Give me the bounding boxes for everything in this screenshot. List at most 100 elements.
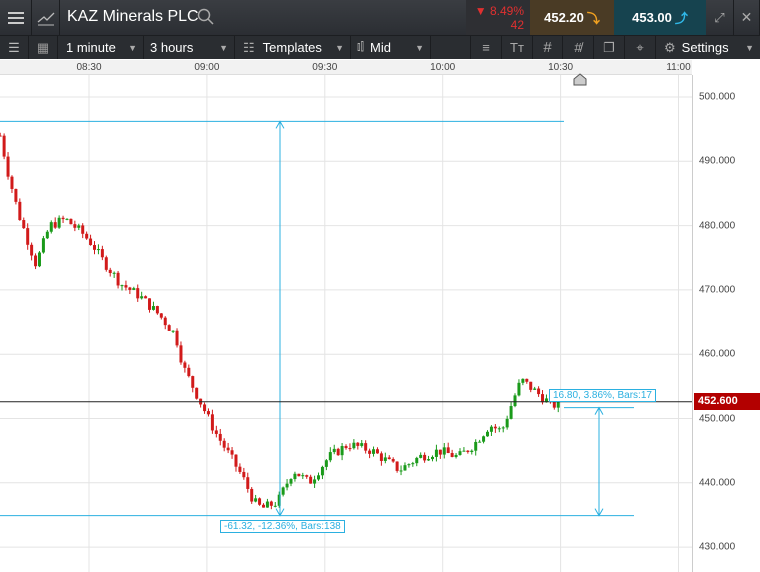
candle-body [30,244,34,256]
candle-body [144,296,148,299]
search-icon[interactable] [197,8,215,31]
candle-body [112,272,116,274]
price-chart[interactable] [0,75,692,572]
candle-body [379,453,383,461]
candle-body [191,376,195,388]
candle-body [140,296,144,299]
text-icon[interactable]: Tт [502,36,533,59]
sell-price: 452.20 [544,10,584,25]
scale-icon[interactable]: ≡ [471,36,502,59]
candle-body [434,449,438,457]
candle-body [309,476,313,484]
draw-tools-icon[interactable]: #̸ [563,36,594,59]
chart-type-icon[interactable] [32,0,60,35]
candle-body [195,387,199,399]
candle-body [368,450,372,454]
down-arrow-icon: ▼ [474,4,490,18]
candle-body [85,233,89,239]
candle-body [77,225,81,228]
layout-icon[interactable]: ▦ [29,36,58,59]
candle-body [258,498,262,505]
candle-body [0,135,2,137]
price-tick: 490.000 [699,155,736,167]
candle-body [454,454,458,457]
candle-body [470,450,474,452]
settings-dropdown[interactable]: ⚙ Settings ▼ [656,36,760,59]
candle-body [175,330,179,346]
buy-button[interactable]: 453.00 ⤴ [614,0,706,35]
price-axis[interactable]: 500.000 490.000 480.000 470.000 460.000 450.0… [692,75,760,572]
candle-body [100,249,104,258]
candle-body [462,450,466,452]
candle-body [301,475,305,477]
candle-body [26,228,30,245]
candle-body [399,470,403,472]
chevron-down-icon: ▼ [415,42,424,53]
list-icon[interactable]: ☰ [0,36,29,59]
chevron-down-icon: ▼ [219,42,228,53]
candle-body [108,269,112,274]
chevron-down-icon: ▼ [745,42,754,53]
candle-body [372,449,376,454]
price-tick: 460.000 [699,348,736,360]
grid-icon[interactable]: # [533,36,563,59]
templates-dropdown[interactable]: ☷ Templates ▼ [235,36,351,59]
candle-body [317,475,321,480]
chevron-down-icon: ▼ [128,42,137,53]
range-dropdown[interactable]: 3 hours ▼ [144,36,235,59]
buy-price: 453.00 [632,10,672,25]
candle-body [238,466,242,472]
candle-body [352,442,356,449]
close-icon[interactable]: ✕ [734,0,760,35]
candle-body [344,446,348,449]
menu-icon[interactable] [0,0,32,35]
scroll-home-marker[interactable] [573,73,587,91]
expand-icon[interactable]: ⤢ [706,0,734,35]
candle-body [478,441,482,443]
candle-body [183,362,187,368]
candle-body [250,488,254,502]
crosshair-icon[interactable]: ⌖ [625,36,656,59]
candle-body [407,464,411,466]
candle-body [14,188,18,202]
chevron-down-icon: ▼ [335,42,344,53]
candle-body [419,454,423,458]
price-type-value: Mid [370,40,391,55]
change-points: 42 [510,18,524,32]
candle-body [171,330,175,332]
candle-body [61,217,65,220]
candle-body [529,381,533,390]
gear-icon: ⚙ [664,39,676,55]
sell-button[interactable]: 452.20 ⤵ [530,0,614,35]
candle-body [537,388,541,395]
candle-body [49,222,53,232]
change-indicator: ▼ 8.49% 42 [466,0,530,35]
candle-body [415,457,419,464]
price-tick: 450.000 [699,413,736,424]
time-tick: 10:00 [430,62,456,73]
candle-body [179,345,183,363]
candle-body [423,454,427,461]
candle-body [261,504,265,508]
candle-body [93,245,97,250]
price-type-dropdown[interactable]: ⫾⫿ Mid ▼ [351,36,431,59]
price-tick: 500.000 [699,91,736,103]
candle-body [234,454,238,467]
candle-body [167,325,171,331]
windows-icon[interactable]: ❐ [594,36,625,59]
candle-body [120,285,124,287]
interval-dropdown[interactable]: 1 minute ▼ [58,36,144,59]
candle-body [37,252,41,267]
candle-body [340,446,344,456]
time-axis: 08:30 09:00 09:30 10:00 10:30 11:00 [0,60,692,75]
candle-body [18,201,22,221]
candle-body [348,448,352,450]
candle-body [364,443,368,451]
time-tick: 09:30 [312,62,338,73]
candle-body [96,249,100,251]
candle-body [69,218,73,225]
chart-toolbar: ☰ ▦ 1 minute ▼ 3 hours ▼ ☷ Templates ▼ ⫾⫿ Mid… [0,35,760,59]
candle-body [187,367,191,377]
candle-body [427,459,431,461]
candle-body [387,457,391,460]
